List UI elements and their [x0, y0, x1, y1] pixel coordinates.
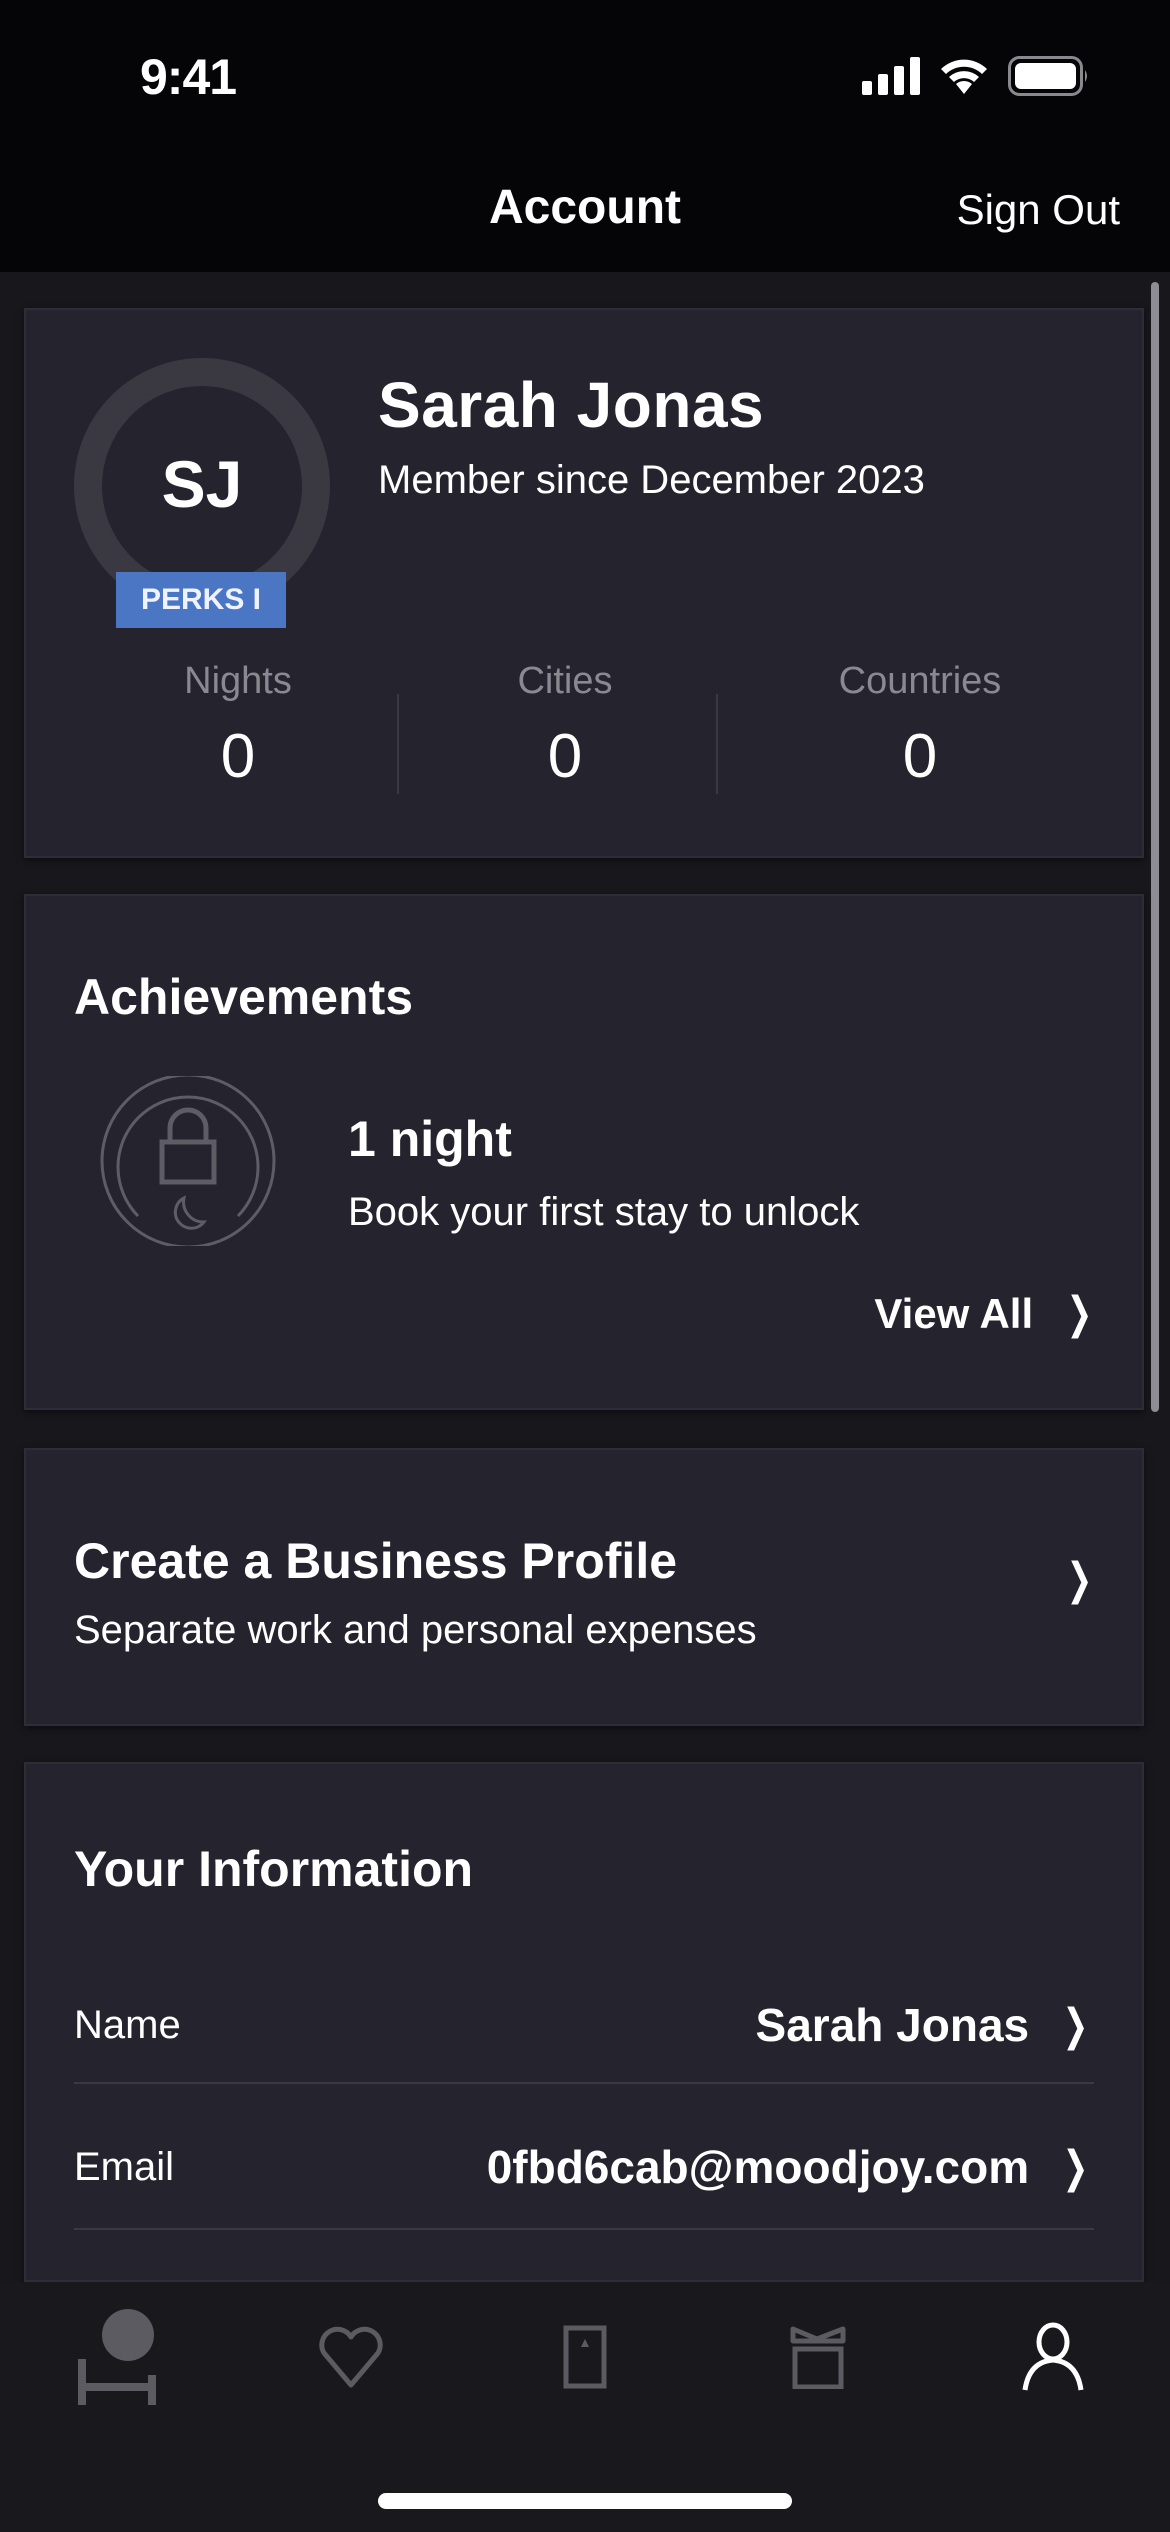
info-value-wrap: 0fbd6cab@moodjoy.com ❯ — [487, 2140, 1094, 2194]
stat-value: 0 — [547, 722, 583, 791]
tier-badge: PERKS I — [116, 572, 286, 628]
stat-countries: Countries 0 — [770, 660, 1070, 792]
chevron-right-icon: ❯ — [1066, 1555, 1093, 1604]
row-divider — [74, 2082, 1094, 2084]
heart-icon — [319, 2326, 383, 2388]
achievement-title: 1 night — [348, 1111, 512, 1167]
info-label: Name — [74, 2002, 181, 2047]
tab-rewards[interactable] — [702, 2282, 936, 2432]
locked-moon-badge-icon — [100, 1076, 276, 1246]
tab-favorites[interactable] — [234, 2282, 468, 2432]
chevron-right-icon: ❯ — [1066, 1289, 1093, 1338]
stat-label: Countries — [838, 660, 1002, 702]
stat-divider — [397, 694, 399, 794]
row-divider — [74, 2228, 1094, 2230]
chevron-right-icon: ❯ — [1062, 2142, 1089, 2192]
stat-value: 0 — [220, 722, 256, 791]
bed-icon — [78, 2309, 156, 2405]
status-icons — [862, 56, 1090, 96]
profile-name: Sarah Jonas — [378, 369, 765, 441]
stat-divider — [716, 694, 718, 794]
achievement-description: Book your first stay to unlock — [348, 1190, 860, 1234]
avatar-initials: SJ — [161, 447, 243, 521]
stat-label: Cities — [517, 660, 613, 702]
tab-account[interactable] — [936, 2282, 1170, 2432]
scrollbar[interactable] — [1151, 282, 1159, 1412]
info-value-wrap: Sarah Jonas ❯ — [756, 1998, 1094, 2052]
status-bar: 9:41 — [0, 0, 1170, 150]
stat-label: Nights — [184, 660, 292, 702]
your-information-heading: Your Information — [74, 1841, 474, 1897]
stats-row: Nights 0 Cities 0 Countries 0 — [26, 660, 1142, 800]
profile-card: SJ PERKS I Sarah Jonas Member since Dece… — [24, 308, 1144, 858]
sign-out-button[interactable]: Sign Out — [957, 186, 1120, 234]
business-profile-subtitle: Separate work and personal expenses — [74, 1608, 757, 1652]
business-profile-title: Create a Business Profile — [74, 1533, 678, 1589]
view-all-label: View All — [874, 1289, 1034, 1337]
chevron-right-icon: ❯ — [1062, 2000, 1089, 2050]
your-information-card: Your Information Name Sarah Jonas ❯ Emai… — [24, 1762, 1144, 2282]
info-row-email[interactable]: Email 0fbd6cab@moodjoy.com ❯ — [74, 2094, 1094, 2240]
create-business-profile-button[interactable]: Create a Business Profile Separate work … — [24, 1448, 1144, 1726]
tab-trips[interactable] — [468, 2282, 702, 2432]
stat-cities: Cities 0 — [415, 660, 715, 792]
view-all-button[interactable]: View All ❯ — [874, 1288, 1098, 1339]
achievements-card: Achievements 1 night Book your first sta… — [24, 894, 1144, 1410]
home-indicator — [378, 2493, 792, 2509]
person-icon — [1022, 2322, 1084, 2391]
info-row-name[interactable]: Name Sarah Jonas ❯ — [74, 1952, 1094, 2098]
achievements-heading: Achievements — [74, 969, 414, 1025]
battery-icon — [1008, 56, 1087, 96]
tab-stays[interactable] — [0, 2282, 234, 2432]
cellular-signal-icon — [862, 57, 920, 95]
member-since: Member since December 2023 — [378, 458, 925, 502]
door-icon — [563, 2325, 607, 2389]
wifi-icon — [941, 59, 987, 94]
info-value: 0fbd6cab@moodjoy.com — [486, 2141, 1030, 2193]
info-value: Sarah Jonas — [755, 1999, 1030, 2051]
nav-bar: Account Sign Out — [0, 150, 1170, 272]
gift-icon — [790, 2326, 846, 2389]
info-label: Email — [74, 2144, 175, 2189]
stat-value: 0 — [902, 722, 938, 791]
stat-nights: Nights 0 — [88, 660, 388, 792]
status-time: 9:41 — [140, 49, 237, 105]
